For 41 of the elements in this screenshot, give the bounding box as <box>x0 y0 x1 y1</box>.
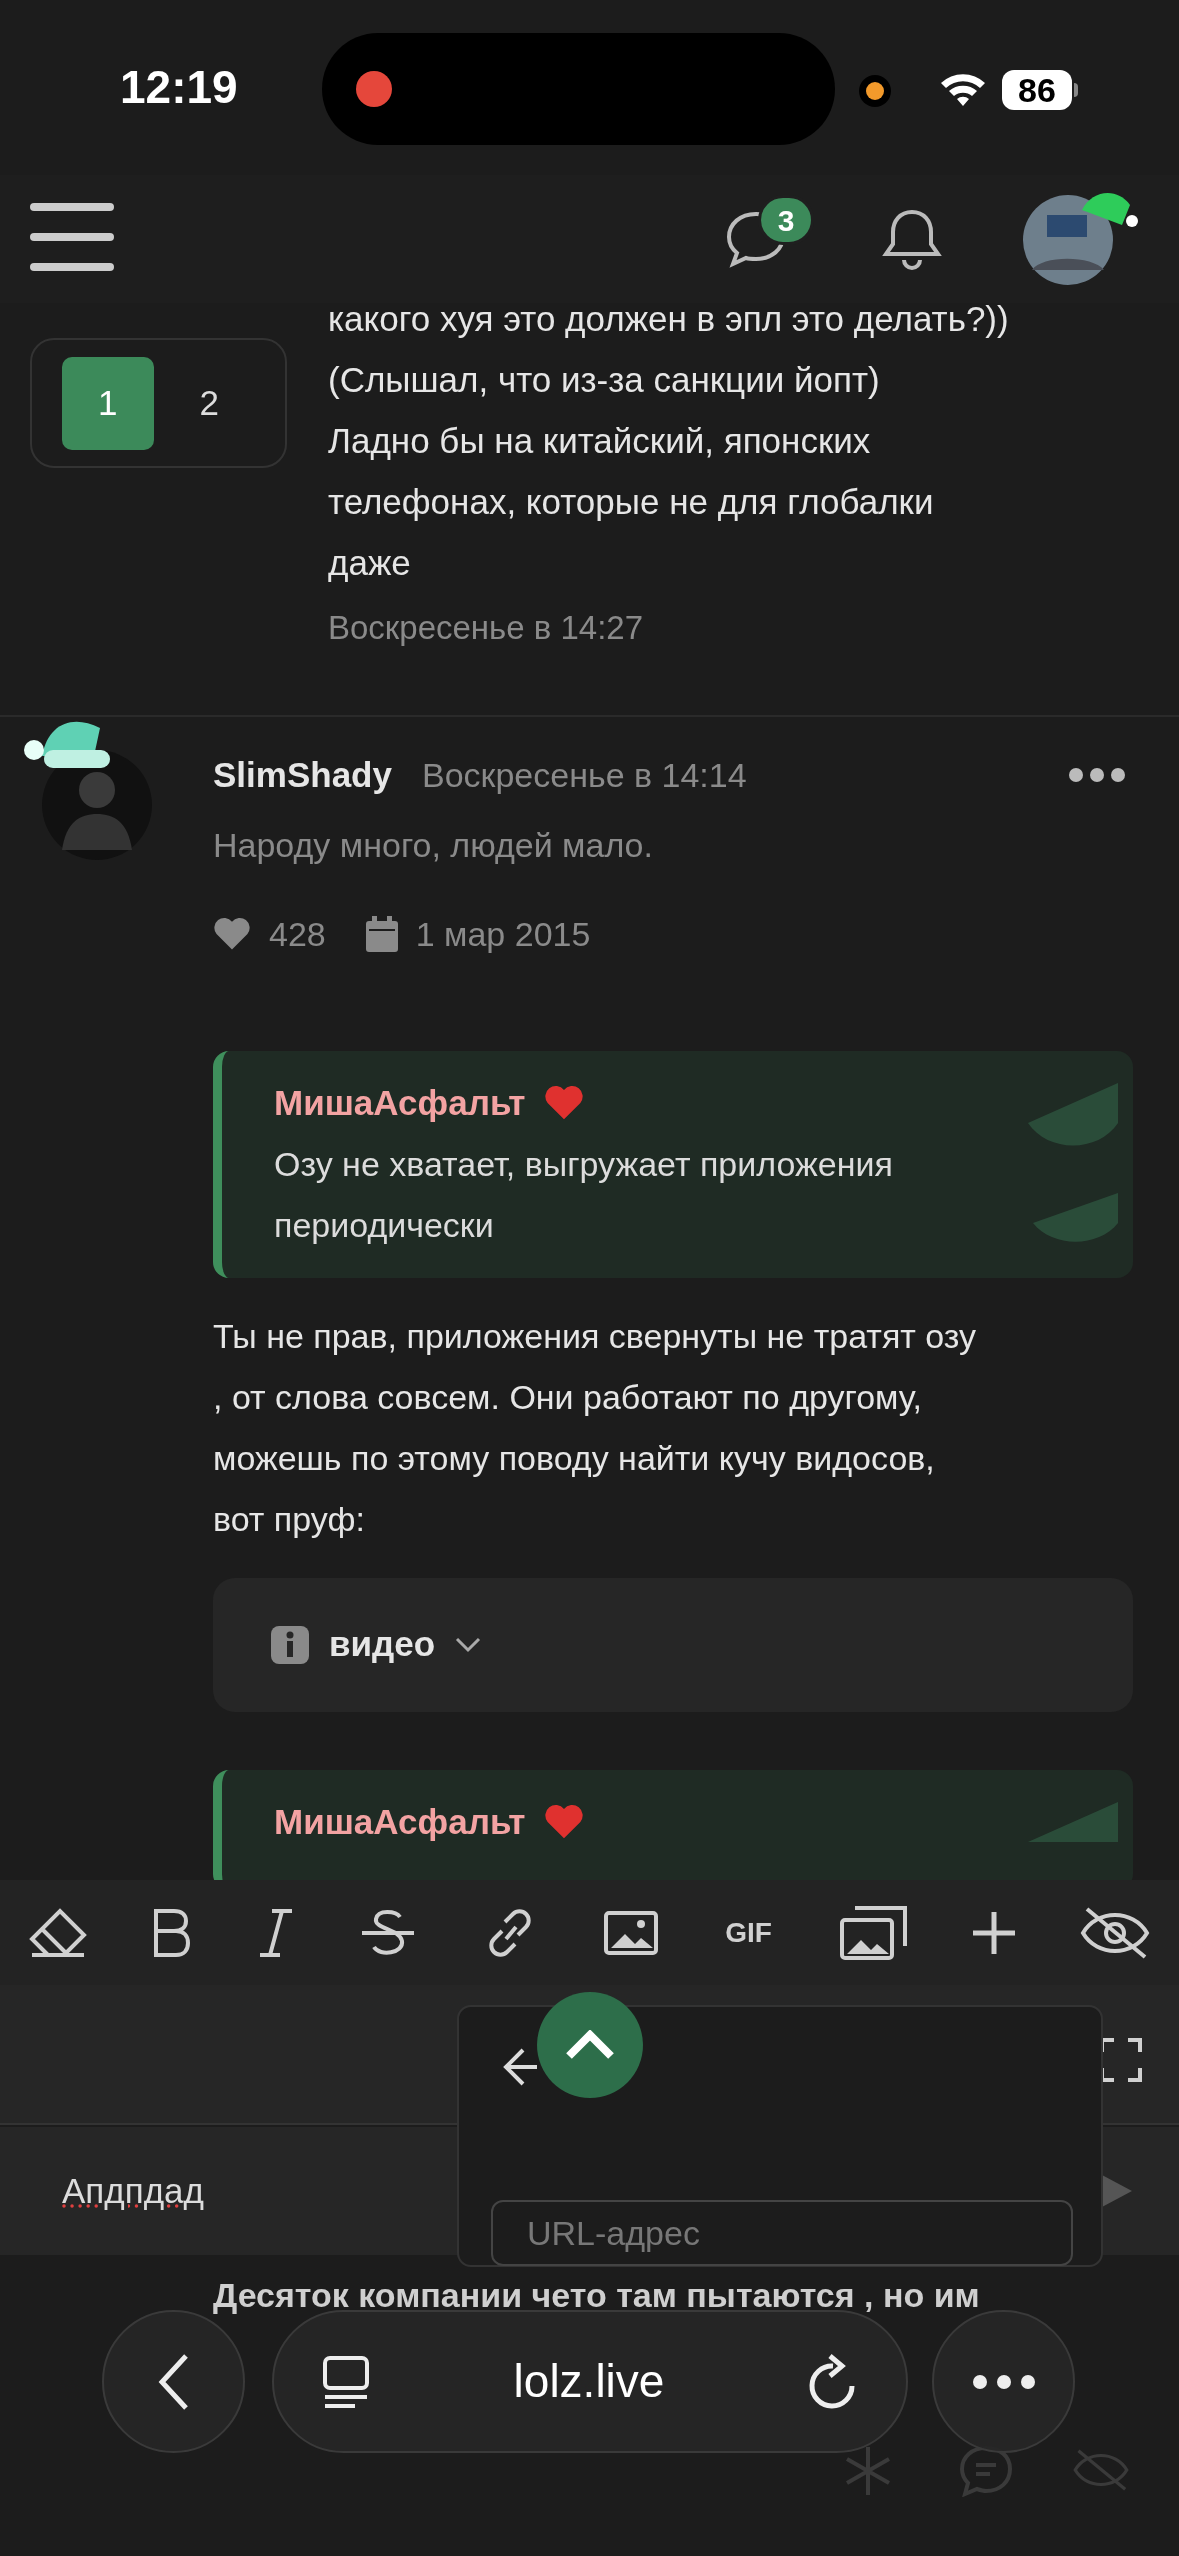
quote-author[interactable]: МишаАсфальт <box>274 1795 526 1848</box>
post-time: Воскресенье в 14:27 <box>328 608 645 648</box>
privacy-dot-icon <box>858 74 892 108</box>
page-button[interactable]: 1 <box>62 356 154 450</box>
eraser-icon[interactable] <box>28 1906 88 1959</box>
chevron-left-icon <box>157 2352 190 2411</box>
post-text: Ты не прав, приложения свернуты не тратят озу , от слова совсем. Они работают по другому, можешь по этому поводу найти кучу видосов, вот пруф: <box>213 1315 978 1540</box>
calendar-icon <box>365 916 398 952</box>
info-icon <box>271 1625 309 1664</box>
heart-icon <box>543 1803 584 1840</box>
plus-icon[interactable] <box>970 1909 1017 1956</box>
like-count: 428 <box>269 913 326 955</box>
quote-text: Озу не хватает, выгружает приложения периодически <box>274 1143 894 1246</box>
gallery-icon[interactable] <box>838 1903 909 1962</box>
heart-icon <box>543 1085 584 1122</box>
username[interactable]: SlimShady <box>213 748 392 802</box>
spoiler-button[interactable]: видео <box>213 1577 1133 1712</box>
recording-icon <box>355 70 393 108</box>
message-input[interactable]: Апдпдад <box>62 2164 204 2218</box>
join-date: 1 мар 2015 <box>415 913 591 955</box>
back-arrow-icon[interactable] <box>503 2047 537 2087</box>
user-status: Народу много, людей мало. <box>213 825 654 866</box>
url-text: lolz.live <box>513 2354 665 2409</box>
more-icon[interactable] <box>1069 768 1125 782</box>
url-field[interactable]: URL-адрес <box>491 2200 1073 2266</box>
gif-button[interactable]: GIF <box>720 1911 777 1954</box>
page-button[interactable]: 2 <box>163 356 255 450</box>
quote-author[interactable]: МишаАсфальт <box>274 1077 526 1130</box>
chevron-down-icon <box>455 1636 482 1653</box>
chevron-up-icon <box>565 2030 615 2060</box>
status-time: 12:19 <box>120 60 238 115</box>
more-icon <box>972 2374 1035 2389</box>
bell-icon[interactable] <box>882 208 942 270</box>
battery-level: 86 <box>1002 70 1072 110</box>
fullscreen-icon[interactable] <box>1100 2038 1142 2082</box>
image-icon[interactable] <box>602 1909 659 1956</box>
post-text: какого хуя это должен в эпл это делать?)) (Слышал, что из-за санкции йопт) Ладно бы на китайский, японских телефонах, которые не для глобалки даже <box>328 298 1009 584</box>
post-time: Воскресенье в 14:14 <box>421 754 747 796</box>
heart-icon <box>213 917 251 951</box>
reader-icon[interactable] <box>322 2354 370 2409</box>
menu-icon[interactable] <box>30 203 114 271</box>
